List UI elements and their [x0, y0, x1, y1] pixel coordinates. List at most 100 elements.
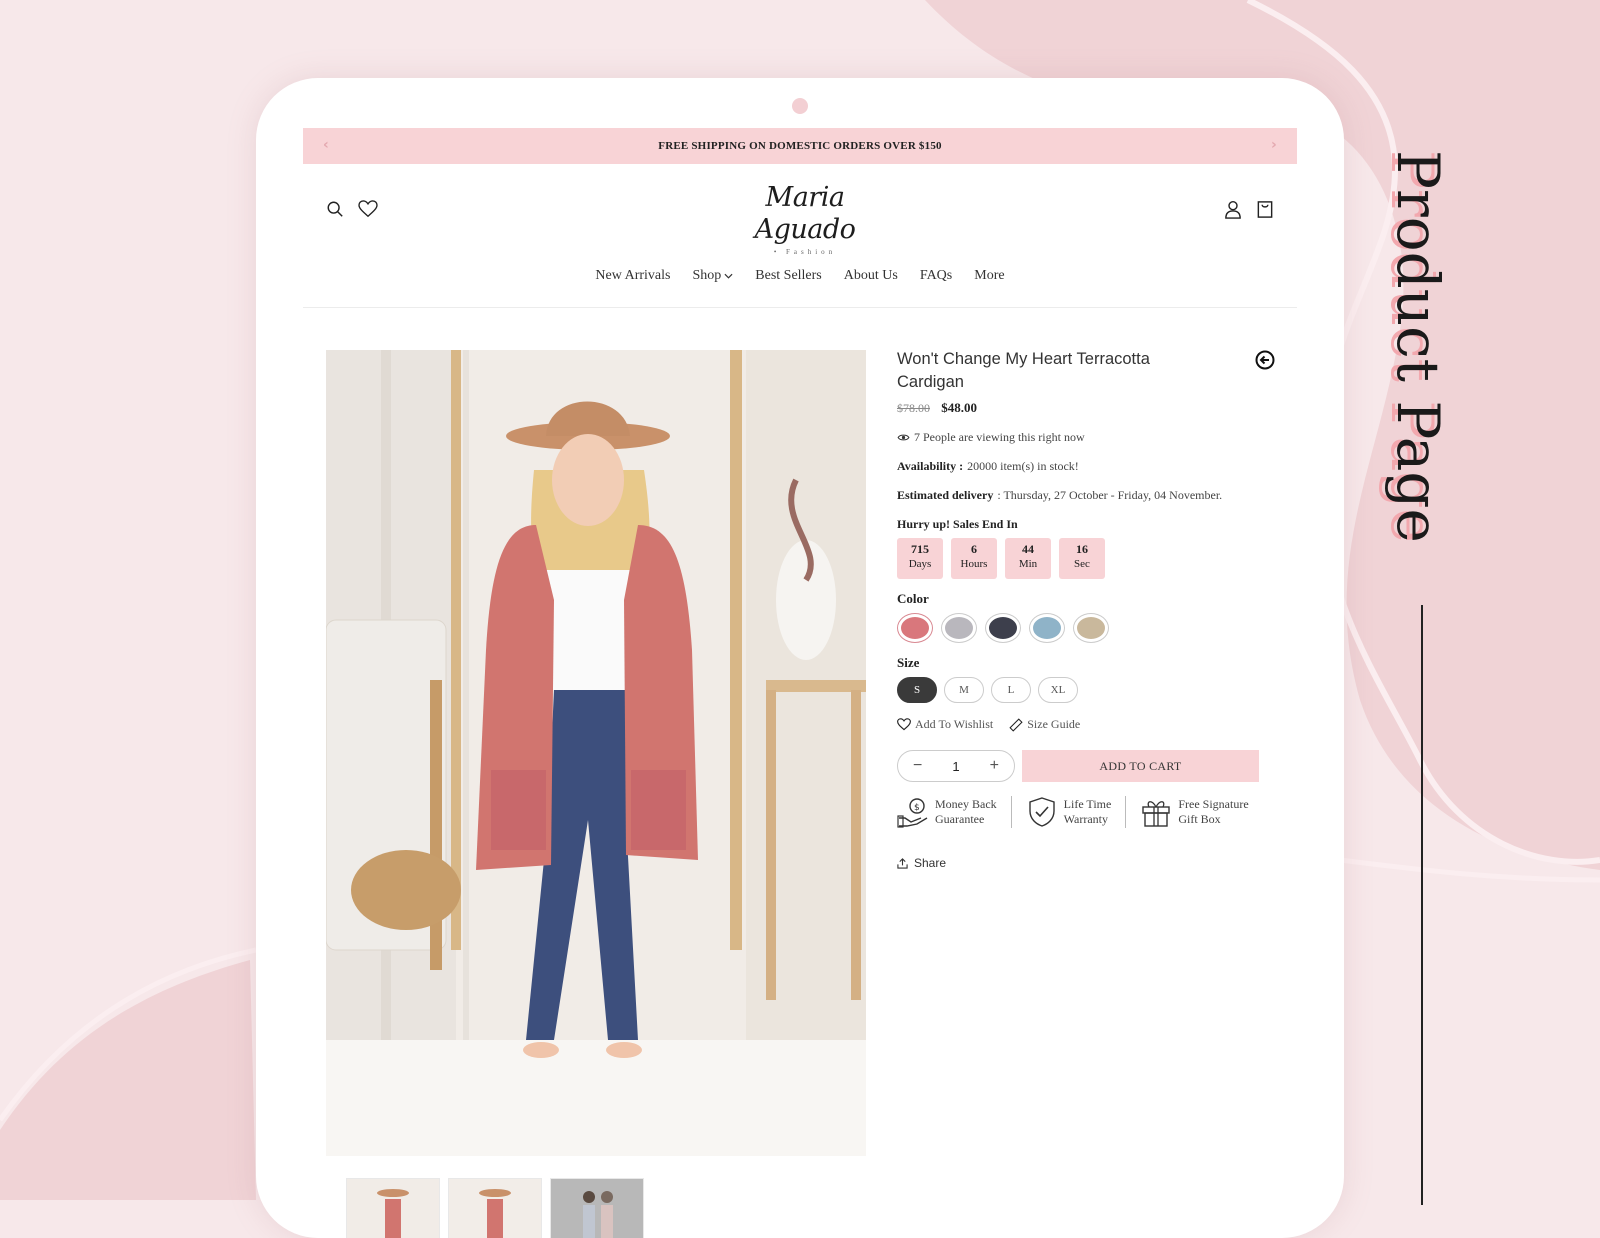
countdown-hours: 6 Hours [951, 538, 997, 579]
side-title: Product Page Product Page [1378, 150, 1448, 543]
size-option-m[interactable]: M [944, 677, 984, 703]
nav-faqs[interactable]: FAQs [920, 268, 952, 284]
countdown-min: 44 Min [1005, 538, 1051, 579]
perk-money-back: $ Money Back Guarantee [897, 796, 997, 828]
availability-row: Availability : 20000 item(s) in stock! [897, 459, 1277, 474]
countdown-min-value: 44 [1022, 542, 1034, 556]
add-to-wishlist-link[interactable]: Add To Wishlist [897, 717, 993, 732]
thumbnail-strip [346, 1178, 644, 1238]
perk-gift-box: Free Signature Gift Box [1140, 796, 1249, 828]
availability-label: Availability : [897, 459, 964, 473]
countdown-days-unit: Days [908, 558, 932, 570]
add-to-cart-button[interactable]: ADD TO CART [1022, 750, 1259, 782]
chevron-down-icon [724, 273, 733, 279]
logo-subtext: • Fashion [773, 248, 837, 256]
header-divider [303, 307, 1297, 308]
size-option-s[interactable]: S [897, 677, 937, 703]
main-nav: New Arrivals Shop Best Sellers About Us … [256, 268, 1344, 284]
quantity-value[interactable]: 1 [952, 759, 959, 774]
hurry-label: Hurry up! Sales End In [897, 517, 1018, 531]
search-icon[interactable] [326, 200, 344, 218]
perk-gift-line1: Free Signature [1178, 797, 1249, 811]
announcement-text: FREE SHIPPING ON DOMESTIC ORDERS OVER $1… [658, 140, 942, 152]
perk-gift-line2: Gift Box [1178, 812, 1221, 826]
sale-countdown: 715 Days 6 Hours 44 Min 16 Sec [897, 538, 1277, 579]
wishlist-heart-icon[interactable] [358, 200, 378, 218]
share-icon [897, 857, 908, 869]
quantity-stepper: − 1 + [897, 750, 1015, 782]
old-price: $78.00 [897, 401, 930, 415]
countdown-hours-value: 6 [971, 542, 977, 556]
size-guide-link[interactable]: Size Guide [1009, 717, 1080, 732]
back-arrow-icon[interactable] [1255, 350, 1275, 370]
color-swatch-1[interactable] [897, 613, 933, 643]
side-title-text: Product Page [1384, 150, 1448, 543]
svg-text:$: $ [914, 803, 920, 813]
shield-check-icon [1028, 797, 1055, 827]
perk-warranty-line2: Warranty [1063, 812, 1108, 826]
color-swatch-4-fill [1033, 617, 1061, 639]
availability-value: 20000 item(s) in stock! [967, 459, 1079, 473]
perk-separator [1125, 796, 1127, 828]
perk-warranty-line1: Life Time [1063, 797, 1112, 811]
countdown-sec: 16 Sec [1059, 538, 1105, 579]
size-options: S M L XL [897, 677, 1277, 703]
product-main-image[interactable] [326, 350, 866, 1156]
countdown-hours-unit: Hours [960, 558, 988, 570]
product-photo-illustration [326, 350, 866, 1156]
gift-box-icon [1142, 801, 1171, 827]
perk-lifetime-warranty: Life Time Warranty [1026, 796, 1112, 828]
thumbnail-3[interactable] [550, 1178, 644, 1238]
side-vertical-line [1421, 605, 1423, 1205]
viewers-text: 7 People are viewing this right now [914, 430, 1085, 444]
thumbnail-2[interactable] [448, 1178, 542, 1238]
nav-about-us[interactable]: About Us [844, 268, 898, 284]
viewers-row: 7 People are viewing this right now [897, 430, 1277, 445]
announcement-bar: ‹ FREE SHIPPING ON DOMESTIC ORDERS OVER … [303, 128, 1297, 164]
color-swatch-5[interactable] [1073, 613, 1109, 643]
product-info-panel: Won't Change My Heart Terracotta Cardiga… [897, 348, 1277, 870]
add-to-wishlist-label: Add To Wishlist [915, 717, 994, 731]
color-swatches [897, 613, 1277, 643]
tablet-camera [792, 98, 808, 114]
countdown-sec-value: 16 [1076, 542, 1088, 556]
money-back-icon: $ [897, 798, 928, 828]
brand-logo[interactable]: Maria Aguado • Fashion [730, 182, 880, 256]
announcement-next-arrow[interactable]: › [1271, 137, 1277, 153]
price-block: $78.00 $48.00 [897, 400, 1277, 416]
color-swatch-2-fill [945, 617, 973, 639]
nav-more[interactable]: More [974, 268, 1004, 284]
color-label: Color [897, 591, 929, 606]
delivery-label: Estimated delivery [897, 488, 994, 502]
color-swatch-3-fill [989, 617, 1017, 639]
heart-icon [897, 718, 911, 731]
cart-row: − 1 + ADD TO CART [897, 750, 1277, 782]
size-option-xl[interactable]: XL [1038, 677, 1078, 703]
color-swatch-1-fill [901, 617, 929, 639]
nav-best-sellers[interactable]: Best Sellers [755, 268, 822, 284]
perk-separator [1010, 796, 1012, 828]
color-swatch-2[interactable] [941, 613, 977, 643]
quantity-increase-button[interactable]: + [990, 757, 999, 775]
cart-bag-icon[interactable] [1256, 200, 1274, 219]
perk-money-back-line1: Money Back [935, 797, 997, 811]
announcement-prev-arrow[interactable]: ‹ [323, 137, 329, 153]
sale-price: $48.00 [941, 400, 977, 415]
color-swatch-3[interactable] [985, 613, 1021, 643]
eye-icon [897, 434, 910, 441]
logo-script-text: Maria Aguado [754, 182, 856, 245]
delivery-row: Estimated delivery : Thursday, 27 Octobe… [897, 488, 1277, 503]
share-button[interactable]: Share [897, 856, 1277, 870]
size-option-l[interactable]: L [991, 677, 1031, 703]
ruler-icon [1009, 717, 1023, 732]
thumbnail-1[interactable] [346, 1178, 440, 1238]
nav-new-arrivals[interactable]: New Arrivals [595, 268, 670, 284]
countdown-days: 715 Days [897, 538, 943, 579]
account-icon[interactable] [1224, 200, 1242, 219]
quantity-decrease-button[interactable]: − [913, 757, 922, 775]
nav-shop[interactable]: Shop [692, 268, 733, 284]
tablet-frame: ‹ FREE SHIPPING ON DOMESTIC ORDERS OVER … [256, 78, 1344, 1238]
color-swatch-4[interactable] [1029, 613, 1065, 643]
color-swatch-5-fill [1077, 617, 1105, 639]
nav-shop-label: Shop [692, 268, 722, 283]
